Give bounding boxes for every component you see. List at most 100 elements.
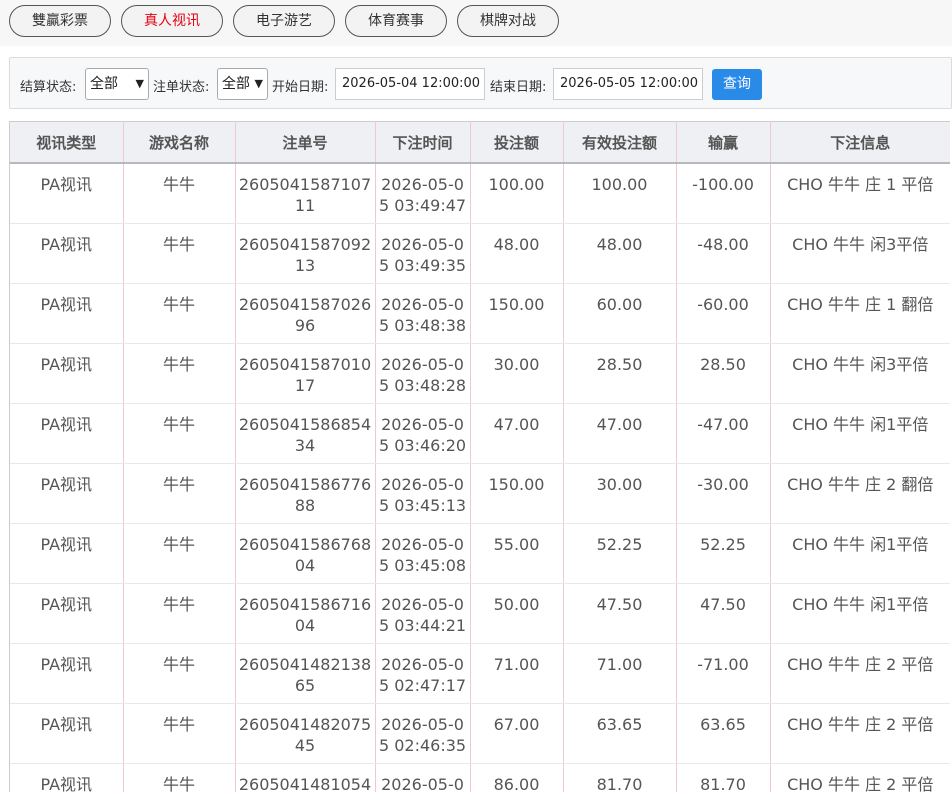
order-status-value: 全部 <box>222 76 250 92</box>
cell-valid-bet: 47.00 <box>563 403 677 464</box>
cell-bet-info: CHO 牛牛 闲3平倍 <box>770 343 950 404</box>
cell-valid-bet: 81.70 <box>563 763 677 792</box>
start-date-input[interactable]: 2026-05-04 12:00:00 <box>335 68 485 100</box>
cell-bet-amount: 71.00 <box>470 643 564 704</box>
cell-video-type: PA视讯 <box>10 163 124 224</box>
cell-game-name: 牛牛 <box>123 343 236 404</box>
tab-live-video[interactable]: 真人视讯 <box>121 5 223 37</box>
tab-lottery[interactable]: 雙贏彩票 <box>9 5 111 37</box>
cell-bet-info: CHO 牛牛 闲1平倍 <box>770 523 950 584</box>
cell-order-number: 26050414810544 <box>235 763 376 792</box>
cell-bet-time: 2026-05-05 02:47:17 <box>375 643 471 704</box>
tab-chess-cards[interactable]: 棋牌对战 <box>457 5 559 37</box>
col-order-number[interactable]: 注单号 <box>235 121 376 164</box>
settle-status-value: 全部 <box>90 76 118 92</box>
bet-records-table: 视讯类型 游戏名称 注单号 下注时间 投注额 有效投注额 输赢 下注信息 PA视… <box>9 121 952 792</box>
cell-bet-info: CHO 牛牛 庄 2 平倍 <box>770 703 950 764</box>
cell-game-name: 牛牛 <box>123 163 236 224</box>
settle-status-select[interactable]: 全部 ▼ <box>85 68 149 100</box>
cell-valid-bet: 47.50 <box>563 583 677 644</box>
cell-bet-time: 2026-05-05 <box>375 763 471 792</box>
col-game-name[interactable]: 游戏名称 <box>123 121 236 164</box>
filter-bar: 结算状态: 全部 ▼ 注单状态: 全部 ▼ 开始日期: 2026-05-04 1… <box>9 57 952 109</box>
col-valid-bet[interactable]: 有效投注额 <box>563 121 677 164</box>
settle-status-label: 结算状态: <box>20 80 77 95</box>
cell-video-type: PA视讯 <box>10 703 124 764</box>
cell-game-name: 牛牛 <box>123 703 236 764</box>
tab-electronic-games[interactable]: 电子游艺 <box>233 5 335 37</box>
cell-bet-info: CHO 牛牛 庄 2 平倍 <box>770 763 950 792</box>
table-row: PA视讯 牛牛 260504158709213 2026-05-05 03:49… <box>10 223 950 284</box>
cell-bet-time: 2026-05-05 03:44:21 <box>375 583 471 644</box>
cell-game-name: 牛牛 <box>123 523 236 584</box>
chevron-down-icon: ▼ <box>135 77 144 90</box>
cell-valid-bet: 30.00 <box>563 463 677 524</box>
cell-valid-bet: 28.50 <box>563 343 677 404</box>
cell-bet-amount: 55.00 <box>470 523 564 584</box>
table-row: PA视讯 牛牛 260504158710711 2026-05-05 03:49… <box>10 163 950 224</box>
cell-bet-info: CHO 牛牛 闲1平倍 <box>770 583 950 644</box>
cell-bet-info: CHO 牛牛 闲1平倍 <box>770 403 950 464</box>
cell-bet-info: CHO 牛牛 庄 1 平倍 <box>770 163 950 224</box>
cell-valid-bet: 60.00 <box>563 283 677 344</box>
order-status-label: 注单状态: <box>153 80 210 95</box>
tab-sports[interactable]: 体育赛事 <box>345 5 447 37</box>
cell-win-loss: -71.00 <box>676 643 771 704</box>
cell-bet-time: 2026-05-05 03:46:20 <box>375 403 471 464</box>
cell-valid-bet: 63.65 <box>563 703 677 764</box>
cell-bet-time: 2026-05-05 03:45:08 <box>375 523 471 584</box>
cell-game-name: 牛牛 <box>123 463 236 524</box>
cell-order-number: 260504158676804 <box>235 523 376 584</box>
cell-game-name: 牛牛 <box>123 583 236 644</box>
cell-video-type: PA视讯 <box>10 223 124 284</box>
col-bet-time[interactable]: 下注时间 <box>375 121 471 164</box>
order-status-select[interactable]: 全部 ▼ <box>217 68 268 100</box>
cell-bet-amount: 86.00 <box>470 763 564 792</box>
cell-bet-info: CHO 牛牛 庄 2 平倍 <box>770 643 950 704</box>
query-button[interactable]: 查询 <box>712 69 762 100</box>
table-row: PA视讯 牛牛 26050414810544 2026-05-05 86.00 … <box>10 763 950 792</box>
cell-order-number: 260504158671604 <box>235 583 376 644</box>
cell-order-number: 260504158685434 <box>235 403 376 464</box>
table-row: PA视讯 牛牛 260504148207545 2026-05-05 02:46… <box>10 703 950 764</box>
col-video-type[interactable]: 视讯类型 <box>10 121 124 164</box>
cell-order-number: 260504158709213 <box>235 223 376 284</box>
cell-bet-amount: 48.00 <box>470 223 564 284</box>
end-date-input[interactable]: 2026-05-05 12:00:00 <box>553 68 703 100</box>
cell-win-loss: -48.00 <box>676 223 771 284</box>
table-row: PA视讯 牛牛 260504158701017 2026-05-05 03:48… <box>10 343 950 404</box>
col-bet-info[interactable]: 下注信息 <box>770 121 950 164</box>
cell-valid-bet: 52.25 <box>563 523 677 584</box>
cell-bet-amount: 150.00 <box>470 283 564 344</box>
cell-win-loss: -60.00 <box>676 283 771 344</box>
chevron-down-icon: ▼ <box>254 77 263 90</box>
cell-win-loss: 81.70 <box>676 763 771 792</box>
table-row: PA视讯 牛牛 260504148213865 2026-05-05 02:47… <box>10 643 950 704</box>
cell-video-type: PA视讯 <box>10 403 124 464</box>
table-row: PA视讯 牛牛 260504158671604 2026-05-05 03:44… <box>10 583 950 644</box>
cell-video-type: PA视讯 <box>10 583 124 644</box>
col-bet-amount[interactable]: 投注额 <box>470 121 564 164</box>
cell-bet-amount: 100.00 <box>470 163 564 224</box>
cell-game-name: 牛牛 <box>123 283 236 344</box>
cell-order-number: 260504158702696 <box>235 283 376 344</box>
cell-bet-time: 2026-05-05 02:46:35 <box>375 703 471 764</box>
cell-win-loss: -47.00 <box>676 403 771 464</box>
cell-video-type: PA视讯 <box>10 643 124 704</box>
end-date-label: 结束日期: <box>490 80 547 95</box>
table-row: PA视讯 牛牛 260504158677688 2026-05-05 03:45… <box>10 463 950 524</box>
cell-valid-bet: 71.00 <box>563 643 677 704</box>
cell-bet-amount: 30.00 <box>470 343 564 404</box>
cell-game-name: 牛牛 <box>123 223 236 284</box>
cell-order-number: 260504148207545 <box>235 703 376 764</box>
cell-game-name: 牛牛 <box>123 643 236 704</box>
cell-win-loss: -100.00 <box>676 163 771 224</box>
cell-order-number: 260504148213865 <box>235 643 376 704</box>
col-win-loss[interactable]: 输赢 <box>676 121 771 164</box>
start-date-label: 开始日期: <box>272 80 329 95</box>
cell-game-name: 牛牛 <box>123 403 236 464</box>
cell-bet-time: 2026-05-05 03:49:35 <box>375 223 471 284</box>
cell-bet-info: CHO 牛牛 闲3平倍 <box>770 223 950 284</box>
cell-game-name: 牛牛 <box>123 763 236 792</box>
cell-video-type: PA视讯 <box>10 283 124 344</box>
